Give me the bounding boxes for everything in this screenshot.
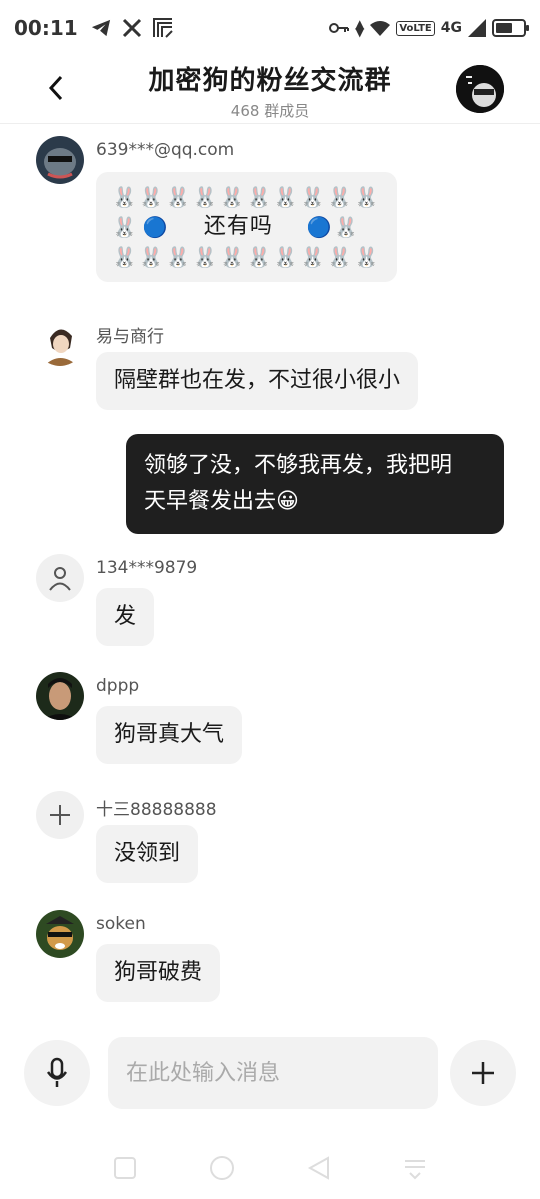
wifi-icon bbox=[370, 21, 391, 36]
network-type: 4G bbox=[440, 20, 462, 36]
message-text: 狗哥真大气 bbox=[114, 722, 225, 747]
member-count: 468 群成员 bbox=[230, 102, 310, 120]
plus-icon bbox=[50, 805, 70, 825]
message-text: 还有吗 bbox=[203, 214, 273, 239]
chat-list[interactable]: 639***@qq.com 🐰🐰🐰🐰🐰🐰🐰🐰🐰🐰 🐰 🔵 还有吗 🔵 🐰 🐰🐰🐰🐰🐰… bbox=[0, 124, 540, 1024]
plus-icon bbox=[472, 1062, 494, 1084]
message-bubble[interactable]: 隔壁群也在发，不过很小很小 bbox=[96, 352, 419, 410]
message-text: 发 bbox=[114, 604, 137, 629]
telegram-icon bbox=[91, 19, 110, 37]
emoji-row: 🐰🐰🐰🐰🐰🐰🐰🐰🐰🐰 bbox=[112, 185, 382, 209]
recent-apps-icon[interactable] bbox=[112, 1155, 138, 1181]
message-text: 隔壁群也在发，不过很小很小 bbox=[114, 368, 401, 393]
message-text: 领够了没，不够我再发，我把明 bbox=[144, 453, 453, 478]
status-time: 00:11 bbox=[14, 16, 78, 40]
avatar[interactable] bbox=[36, 318, 84, 366]
add-attachment-button[interactable] bbox=[450, 1040, 516, 1106]
message-bubble[interactable]: 发 bbox=[96, 588, 155, 646]
key-icon bbox=[329, 23, 350, 33]
avatar[interactable] bbox=[36, 672, 84, 720]
group-avatar[interactable] bbox=[456, 65, 504, 113]
message-text: 天早餐发出去😀 bbox=[144, 489, 299, 514]
message-bubble[interactable]: 狗哥破费 bbox=[96, 944, 221, 1002]
app-icon bbox=[152, 18, 173, 38]
x-icon bbox=[122, 18, 141, 38]
message-bubble[interactable]: 狗哥真大气 bbox=[96, 706, 243, 764]
sender-name: 134***9879 bbox=[96, 558, 198, 578]
message-text: 没领到 bbox=[114, 841, 181, 866]
home-icon[interactable] bbox=[208, 1154, 236, 1182]
back-nav-icon[interactable] bbox=[306, 1155, 332, 1181]
system-nav-bar bbox=[0, 1148, 540, 1188]
avatar[interactable] bbox=[36, 791, 84, 839]
data-arrows-icon: ▲ ▼ bbox=[355, 17, 365, 39]
menu-icon[interactable] bbox=[402, 1155, 428, 1181]
user-icon bbox=[49, 567, 71, 591]
avatar[interactable] bbox=[36, 910, 84, 958]
sender-name: dppp bbox=[96, 676, 140, 696]
battery-icon bbox=[492, 19, 529, 37]
input-bar bbox=[0, 1036, 540, 1112]
status-bar: 00:11 ▲ ▼ VoLTE 4G bbox=[0, 0, 540, 56]
avatar[interactable] bbox=[36, 136, 84, 184]
emoji-row: 🐰🐰🐰🐰🐰🐰🐰🐰🐰🐰 bbox=[112, 245, 382, 269]
chat-header: 加密狗的粉丝交流群 468 群成员 bbox=[0, 56, 540, 124]
message-bubble[interactable]: 没领到 bbox=[96, 825, 199, 883]
signal-icon bbox=[468, 19, 486, 37]
message-input[interactable] bbox=[108, 1037, 438, 1109]
sender-name: 易与商行 bbox=[96, 327, 164, 347]
sender-name: 十三88888888 bbox=[96, 800, 217, 820]
sender-name: 639***@qq.com bbox=[96, 140, 235, 160]
sender-name: soken bbox=[96, 914, 146, 934]
my-message-bubble[interactable]: 领够了没，不够我再发，我把明 天早餐发出去😀 bbox=[126, 434, 504, 534]
emoji-row: 🐰 🔵 还有吗 🔵 🐰 bbox=[112, 212, 381, 242]
message-bubble[interactable]: 🐰🐰🐰🐰🐰🐰🐰🐰🐰🐰 🐰 🔵 还有吗 🔵 🐰 🐰🐰🐰🐰🐰🐰🐰🐰🐰🐰 bbox=[96, 172, 398, 282]
message-text: 狗哥破费 bbox=[114, 960, 203, 985]
voice-button[interactable] bbox=[24, 1040, 90, 1106]
volte-badge: VoLTE bbox=[396, 20, 435, 36]
avatar[interactable] bbox=[36, 554, 84, 602]
microphone-icon bbox=[46, 1057, 68, 1087]
